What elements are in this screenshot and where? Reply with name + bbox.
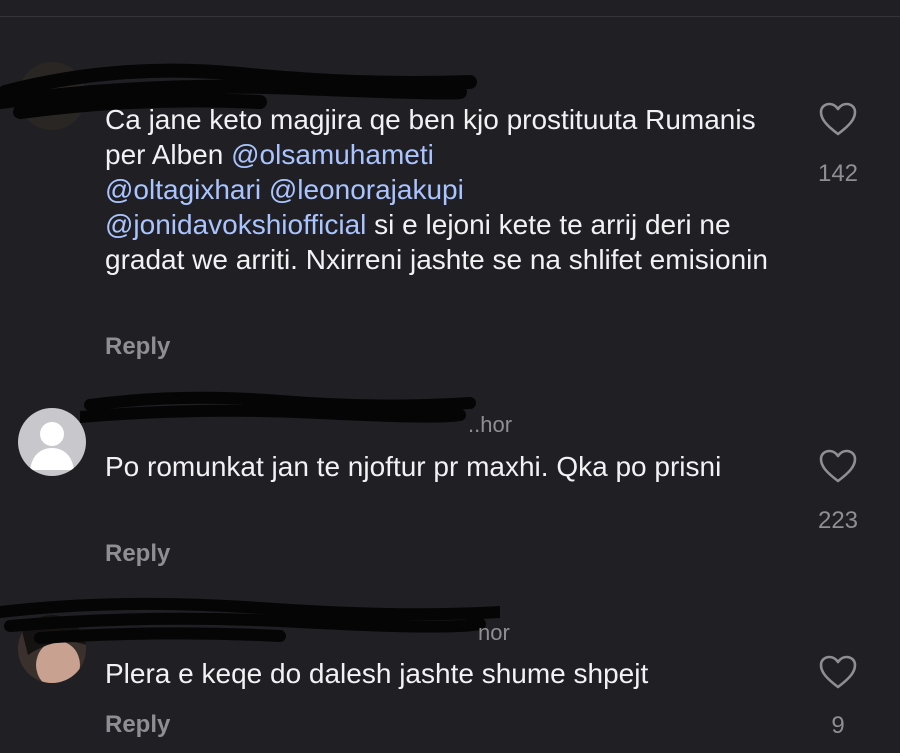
like-count: 223 xyxy=(817,507,859,534)
avatar[interactable] xyxy=(18,615,86,683)
default-user-icon xyxy=(30,422,74,470)
comment-text: Ca jane keto magjira qe ben kjo prostitu… xyxy=(105,104,768,275)
comment-meta: ..hor xyxy=(468,412,513,437)
heart-outline-icon[interactable] xyxy=(818,448,858,484)
comment-text: Plera e keqe do dalesh jashte shume shpe… xyxy=(105,658,649,689)
heart-outline-icon[interactable] xyxy=(818,654,858,690)
mention-link[interactable]: @leonorajakupi xyxy=(269,174,464,205)
avatar[interactable] xyxy=(18,62,86,130)
mention-link[interactable]: @olsamuhameti xyxy=(231,139,434,170)
like-count: 9 xyxy=(831,712,845,739)
like-count: 142 xyxy=(817,160,859,187)
heart-outline-icon[interactable] xyxy=(818,101,858,137)
redaction-scribble xyxy=(80,391,476,423)
reply-button[interactable]: Reply xyxy=(105,540,170,568)
avatar[interactable] xyxy=(18,408,86,476)
profile-photo xyxy=(18,615,86,683)
reply-button[interactable]: Reply xyxy=(105,333,170,361)
comment-text: Po romunkat jan te njoftur pr maxhi. Qka… xyxy=(105,451,722,482)
reply-button[interactable]: Reply xyxy=(105,711,170,739)
top-divider xyxy=(0,16,900,17)
mention-link[interactable]: @jonidavokshiofficial xyxy=(105,209,366,240)
mention-link[interactable]: @oltagixhari xyxy=(105,174,261,205)
comment-meta: nor xyxy=(478,620,510,645)
